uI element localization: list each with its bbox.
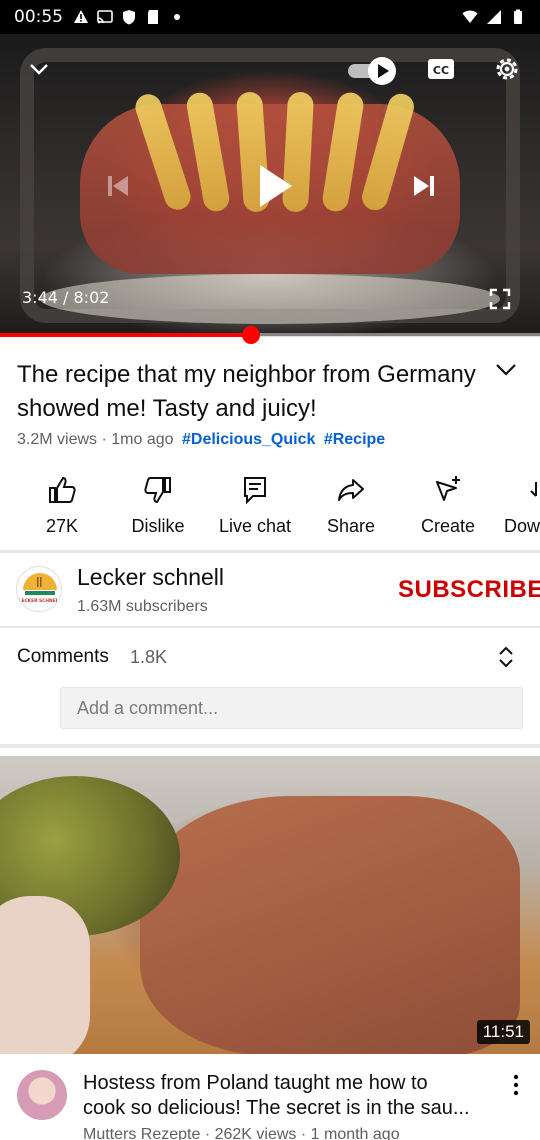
divider xyxy=(0,626,540,628)
hashtag-link[interactable]: #Recipe xyxy=(324,431,385,448)
hashtag-link[interactable]: #Delicious_Quick xyxy=(182,431,315,448)
video-duration-badge: 11:51 xyxy=(476,1020,530,1044)
recommended-title-line: Hostess from Poland taught me how to xyxy=(83,1072,428,1094)
like-count: 27K xyxy=(45,516,79,536)
share-icon xyxy=(338,479,364,501)
channel-avatar[interactable]: LECKER SCHNELL xyxy=(16,566,62,612)
share-button[interactable]: Share xyxy=(303,472,399,537)
fullscreen-icon xyxy=(489,288,511,310)
subscribe-button[interactable]: SUBSCRIBE xyxy=(398,576,540,604)
recommended-title-line: cook so delicious! The secret is in the … xyxy=(83,1097,470,1119)
view-count: 3.2M views xyxy=(17,431,98,448)
video-player[interactable]: CC 3:44 / 8:02 xyxy=(0,34,540,336)
signal-icon xyxy=(487,10,501,24)
alert-icon xyxy=(74,10,88,23)
subscriber-count: 1.63M subscribers xyxy=(77,598,208,615)
dot-icon xyxy=(174,14,180,20)
like-button[interactable]: 27K xyxy=(14,472,110,537)
create-label: Create xyxy=(420,516,476,536)
chevron-down-icon xyxy=(496,364,516,376)
expand-description-button[interactable] xyxy=(494,362,518,383)
more-options-button[interactable] xyxy=(512,1074,520,1101)
dislike-button[interactable]: Dislike xyxy=(110,472,206,537)
comments-heading[interactable]: Comments xyxy=(17,646,109,668)
autoplay-icon xyxy=(348,57,396,85)
skip-next-icon xyxy=(414,176,434,196)
channel-name[interactable]: Lecker schnell xyxy=(77,564,224,591)
sd-card-icon xyxy=(148,10,158,24)
gear-icon xyxy=(496,58,518,80)
dislike-label: Dislike xyxy=(131,516,185,536)
upload-age: 1mo ago xyxy=(111,431,174,448)
divider xyxy=(0,744,540,748)
thumbs-down-icon xyxy=(144,477,171,504)
play-icon xyxy=(260,165,292,207)
thumbnail-meat xyxy=(140,796,520,1054)
comments-expand-button[interactable] xyxy=(496,645,516,674)
next-button[interactable] xyxy=(404,168,444,204)
add-comment-placeholder: Add a comment... xyxy=(77,698,219,718)
playback-time: 3:44 / 8:02 xyxy=(22,288,109,307)
meta-separator: · xyxy=(101,431,112,448)
download-icon xyxy=(530,482,537,497)
comments-count: 1.8K xyxy=(130,647,168,667)
channel-logo: LECKER SCHNELL xyxy=(18,568,62,611)
download-label: Dow xyxy=(504,516,540,536)
status-time: 00:55 xyxy=(14,7,63,27)
video-meta: 3.2M views · 1mo ago #Delicious_Quick #R… xyxy=(17,431,385,449)
thumbnail-hand xyxy=(0,896,90,1054)
shield-icon xyxy=(123,10,135,25)
share-label: Share xyxy=(326,516,376,536)
cast-icon xyxy=(97,10,113,24)
previous-button[interactable] xyxy=(98,168,138,204)
autoplay-toggle[interactable] xyxy=(346,54,400,88)
fullscreen-button[interactable] xyxy=(484,284,516,314)
thumbs-up-icon xyxy=(49,476,76,503)
play-button[interactable] xyxy=(246,158,302,214)
battery-icon xyxy=(514,9,522,24)
settings-button[interactable] xyxy=(490,52,524,86)
seek-bar[interactable] xyxy=(0,326,540,344)
video-title[interactable]: The recipe that my neighbor from Germany… xyxy=(17,358,477,426)
download-button[interactable]: Dow xyxy=(496,472,540,537)
time-separator: / xyxy=(57,288,74,307)
seek-bar-progress xyxy=(0,333,252,337)
live-chat-label: Live chat xyxy=(218,516,292,536)
captions-icon: CC xyxy=(428,59,454,79)
action-bar: 27K Dislike Live chat Share Create Dow xyxy=(0,472,540,538)
wifi-icon xyxy=(462,10,478,23)
chat-icon xyxy=(244,477,266,505)
recommended-video-meta: Mutters Rezepte · 262K views · 1 month a… xyxy=(83,1126,400,1140)
divider xyxy=(0,550,540,553)
captions-button[interactable]: CC xyxy=(424,54,458,84)
channel-logo-text: LECKER SCHNELL xyxy=(19,598,62,604)
recommended-video-thumbnail[interactable]: 11:51 xyxy=(0,756,540,1054)
unfold-icon xyxy=(499,646,513,668)
minimize-button[interactable] xyxy=(22,54,56,84)
create-icon xyxy=(436,476,460,501)
skip-previous-icon xyxy=(108,176,128,196)
current-time: 3:44 xyxy=(22,288,58,307)
add-comment-field[interactable]: Add a comment... xyxy=(60,687,523,729)
create-button[interactable]: Create xyxy=(400,472,496,537)
channel-row[interactable]: LECKER SCHNELL Lecker schnell 1.63M subs… xyxy=(0,554,540,626)
total-time: 8:02 xyxy=(73,288,110,307)
chevron-down-icon xyxy=(30,64,48,75)
live-chat-button[interactable]: Live chat xyxy=(207,472,303,537)
seek-bar-handle[interactable] xyxy=(242,326,261,344)
more-vert-icon xyxy=(513,1074,519,1096)
svg-text:CC: CC xyxy=(433,64,449,77)
recommended-channel-avatar[interactable] xyxy=(17,1070,67,1120)
status-bar: 00:55 xyxy=(0,0,540,34)
recommended-video-title[interactable]: Hostess from Poland taught me how to coo… xyxy=(83,1071,493,1121)
